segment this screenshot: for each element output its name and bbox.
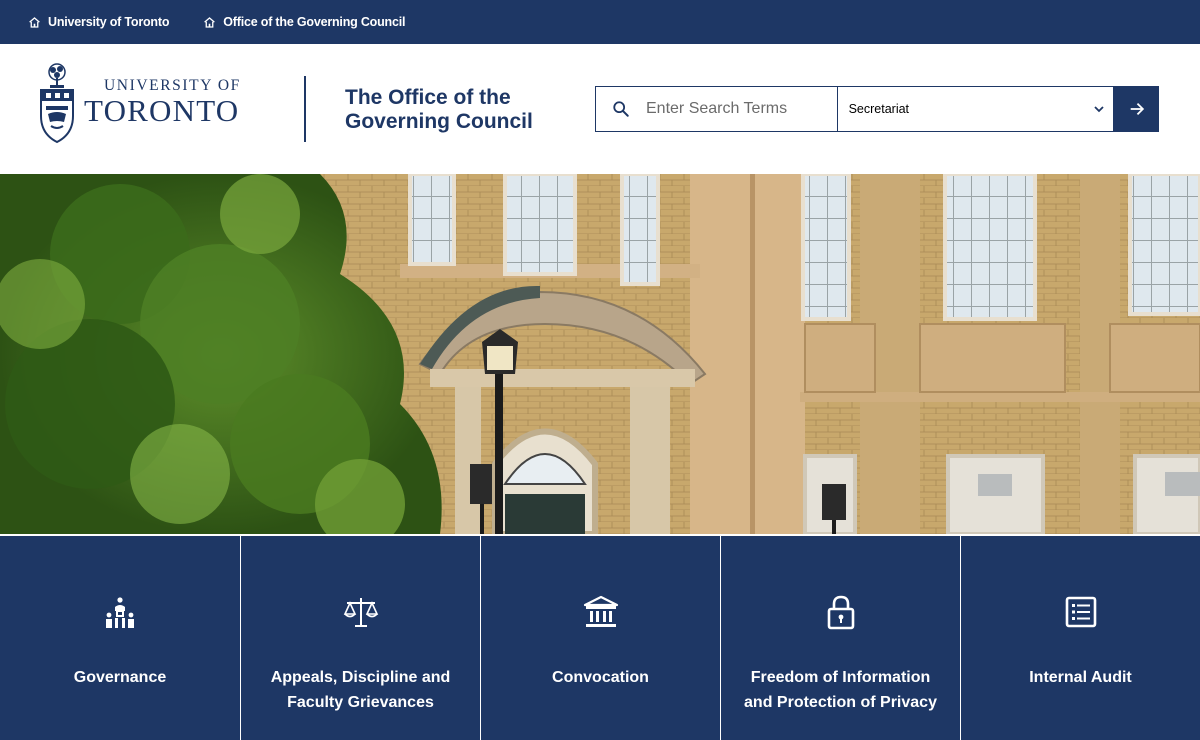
tile-appeals[interactable]: Appeals, Discipline and Faculty Grievanc… <box>240 534 480 740</box>
tile-internal-audit[interactable]: Internal Audit <box>960 534 1200 740</box>
utility-link-university[interactable]: University of Toronto <box>28 15 169 29</box>
tile-label: Internal Audit <box>1029 669 1132 686</box>
search-scope-value: Secretariat <box>848 102 910 116</box>
search-form: Secretariat <box>595 86 1160 132</box>
search-input[interactable] <box>646 100 831 118</box>
header-divider <box>304 76 306 142</box>
utility-link-governing-council[interactable]: Office of the Governing Council <box>203 15 405 29</box>
tile-freedom-of-information[interactable]: Freedom of Information and Protection of… <box>720 534 960 740</box>
arrow-right-icon <box>1130 102 1144 116</box>
logo-wordmark: UNIVERSITY OF TORONTO <box>84 77 241 127</box>
tile-label: Appeals, Discipline and Faculty Grievanc… <box>270 669 451 711</box>
logo-line-2: TORONTO <box>84 93 240 128</box>
tile-label: Governance <box>73 669 167 686</box>
home-icon <box>29 16 40 28</box>
tile-label: Convocation <box>552 669 649 686</box>
university-logo[interactable]: UNIVERSITY OF TORONTO <box>38 60 268 144</box>
tile-governance[interactable]: Governance <box>0 534 240 740</box>
utility-link-label: University of Toronto <box>48 15 170 29</box>
institution-icon <box>583 595 618 627</box>
search-scope-select[interactable]: Secretariat <box>836 86 1115 132</box>
search-icon <box>613 101 629 117</box>
search-submit-button[interactable] <box>1114 86 1160 132</box>
building-photo <box>0 174 1200 534</box>
scales-icon <box>343 598 378 627</box>
people-hierarchy-icon <box>106 597 134 628</box>
quicklink-tiles: Governance Appeals, Discipline and Facul… <box>0 534 1200 740</box>
chevron-down-icon <box>1094 106 1104 113</box>
utility-link-label: Office of the Governing Council <box>223 15 406 29</box>
crest-icon <box>40 63 74 144</box>
hero-image <box>0 174 1200 534</box>
tile-convocation[interactable]: Convocation <box>480 534 720 740</box>
site-header: UNIVERSITY OF TORONTO The Office of the … <box>0 44 1200 174</box>
site-title-line-1: The Office of the <box>345 86 511 109</box>
lock-icon <box>827 595 854 630</box>
tile-label: Freedom of Information and Protection of… <box>744 669 937 711</box>
list-document-icon <box>1065 596 1096 628</box>
utility-bar: University of Toronto Office of the Gove… <box>0 0 1200 44</box>
home-icon <box>204 16 216 28</box>
site-title[interactable]: The Office of the Governing Council <box>345 86 533 134</box>
search-field <box>595 86 837 132</box>
site-title-line-2: Governing Council <box>345 110 533 133</box>
